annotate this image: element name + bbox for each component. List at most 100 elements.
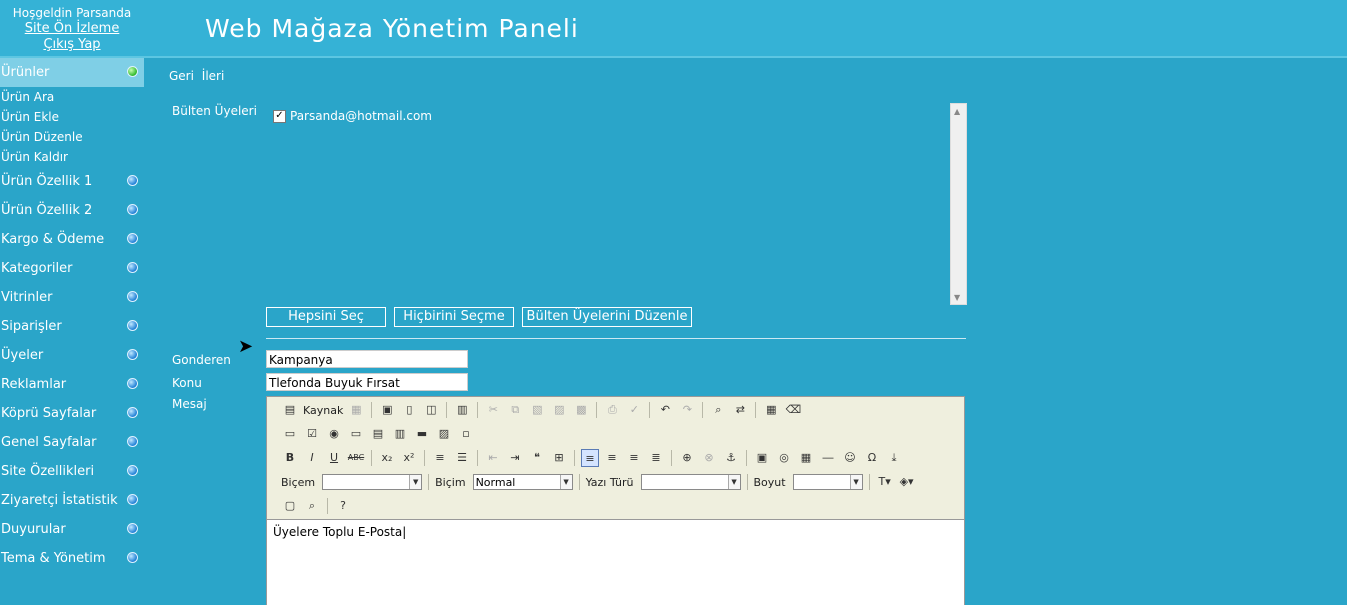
bold-icon[interactable]: B bbox=[281, 449, 299, 467]
checkbox-icon[interactable]: ☑ bbox=[303, 425, 321, 443]
show-blocks-icon[interactable]: ⌕ bbox=[303, 497, 321, 515]
sidebar-item-site-settings[interactable]: Site Özellikleri bbox=[0, 457, 144, 486]
select-none-button[interactable]: Hiçbirini Seçme bbox=[394, 307, 514, 327]
help-icon[interactable]: ? bbox=[334, 497, 352, 515]
select-field-icon[interactable]: ▥ bbox=[391, 425, 409, 443]
find-icon[interactable]: ⌕ bbox=[709, 401, 727, 419]
maximize-icon[interactable]: ▢ bbox=[281, 497, 299, 515]
site-preview-link[interactable]: Site Ön İzleme bbox=[0, 21, 144, 37]
select-all-button[interactable]: Hepsini Seç bbox=[266, 307, 386, 327]
sidebar-item-feature1[interactable]: Ürün Özellik 1 bbox=[0, 167, 144, 196]
sidebar-item-announcements[interactable]: Duyurular bbox=[0, 515, 144, 544]
subject-field[interactable]: Tlefonda Buyuk Fırsat bbox=[266, 373, 468, 391]
table-icon[interactable]: ▦ bbox=[797, 449, 815, 467]
sidebar-item-visitor-stats[interactable]: Ziyaretçi İstatistik bbox=[0, 486, 144, 515]
preview-icon[interactable]: ◫ bbox=[422, 401, 440, 419]
sidebar-item-members[interactable]: Üyeler bbox=[0, 341, 144, 370]
image-icon[interactable]: ▣ bbox=[753, 449, 771, 467]
spellcheck-icon[interactable]: ✓ bbox=[625, 401, 643, 419]
paste-word-icon[interactable]: ▩ bbox=[572, 401, 590, 419]
blockquote-icon[interactable]: ❝ bbox=[528, 449, 546, 467]
source-button[interactable]: Kaynak bbox=[303, 404, 343, 417]
page-break-icon[interactable]: ⤓ bbox=[885, 449, 903, 467]
cut-icon[interactable]: ✂ bbox=[484, 401, 502, 419]
indent-icon[interactable]: ⇥ bbox=[506, 449, 524, 467]
sidebar-subitem-search[interactable]: Ürün Ara bbox=[0, 87, 144, 107]
bullet-list-icon[interactable]: ☰ bbox=[453, 449, 471, 467]
source-icon[interactable]: ▤ bbox=[281, 401, 299, 419]
textfield-icon[interactable]: ▭ bbox=[347, 425, 365, 443]
edit-members-button[interactable]: Bülten Üyelerini Düzenle bbox=[522, 307, 692, 327]
align-right-icon[interactable]: ≡ bbox=[625, 449, 643, 467]
member-checkbox[interactable]: ✓ bbox=[273, 109, 286, 123]
size-select[interactable]: ▼ bbox=[792, 474, 863, 490]
align-left-icon[interactable]: ≡ bbox=[581, 449, 599, 467]
save-icon[interactable]: ▣ bbox=[378, 401, 396, 419]
members-scrollbar[interactable]: ▲ ▼ bbox=[950, 103, 967, 305]
select-all-icon[interactable]: ▦ bbox=[762, 401, 780, 419]
sidebar-item-general-pages[interactable]: Genel Sayfalar bbox=[0, 428, 144, 457]
sidebar-item-orders[interactable]: Siparişler bbox=[0, 312, 144, 341]
superscript-icon[interactable]: x² bbox=[400, 449, 418, 467]
subscript-icon[interactable]: x₂ bbox=[378, 449, 396, 467]
new-page-icon[interactable]: ▯ bbox=[400, 401, 418, 419]
sender-field[interactable]: Kampanya bbox=[266, 350, 468, 368]
print-icon[interactable]: ⎙ bbox=[603, 401, 621, 419]
italic-icon[interactable]: I bbox=[303, 449, 321, 467]
align-center-icon[interactable]: ≡ bbox=[603, 449, 621, 467]
sidebar-item-theme[interactable]: Tema & Yönetim bbox=[0, 544, 144, 573]
sidebar-item-bridge-pages[interactable]: Köprü Sayfalar bbox=[0, 399, 144, 428]
underline-icon[interactable]: U bbox=[325, 449, 343, 467]
forward-link[interactable]: İleri bbox=[202, 69, 225, 83]
strikethrough-icon[interactable]: ABC bbox=[347, 449, 365, 467]
toolbar-row-5: ▢ ⌕ ? bbox=[281, 495, 352, 517]
replace-icon[interactable]: ⇄ bbox=[731, 401, 749, 419]
format-select[interactable]: Normal ▼ bbox=[472, 474, 573, 490]
templates-icon[interactable]: ▥ bbox=[453, 401, 471, 419]
copy-icon[interactable]: ⧉ bbox=[506, 401, 524, 419]
style-select[interactable]: ▼ bbox=[322, 474, 423, 490]
unlink-icon[interactable]: ⊗ bbox=[700, 449, 718, 467]
horizontal-rule-icon[interactable]: ― bbox=[819, 449, 837, 467]
sidebar-item-ads[interactable]: Reklamlar bbox=[0, 370, 144, 399]
editor-content-area[interactable]: Üyelere Toplu E-Posta| bbox=[267, 519, 964, 605]
undo-icon[interactable]: ↶ bbox=[656, 401, 674, 419]
image-button-icon[interactable]: ▨ bbox=[435, 425, 453, 443]
scroll-down-icon[interactable]: ▼ bbox=[954, 293, 960, 302]
sidebar-item-products[interactable]: Ürünler bbox=[0, 58, 144, 87]
sidebar-item-categories[interactable]: Kategoriler bbox=[0, 254, 144, 283]
flash-icon[interactable]: ◎ bbox=[775, 449, 793, 467]
button-icon[interactable]: ▬ bbox=[413, 425, 431, 443]
doc-props-icon[interactable]: ▦ bbox=[347, 401, 365, 419]
logout-link[interactable]: Çıkış Yap bbox=[0, 37, 144, 53]
sidebar-item-label: Ürünler bbox=[1, 65, 50, 80]
textarea-icon[interactable]: ▤ bbox=[369, 425, 387, 443]
radio-icon[interactable]: ◉ bbox=[325, 425, 343, 443]
sidebar-item-feature2[interactable]: Ürün Özellik 2 bbox=[0, 196, 144, 225]
anchor-icon[interactable]: ⚓ bbox=[722, 449, 740, 467]
remove-format-icon[interactable]: ⌫ bbox=[784, 401, 802, 419]
special-char-icon[interactable]: Ω bbox=[863, 449, 881, 467]
outdent-icon[interactable]: ⇤ bbox=[484, 449, 502, 467]
hidden-field-icon[interactable]: ▫ bbox=[457, 425, 475, 443]
back-link[interactable]: Geri bbox=[169, 69, 194, 83]
sidebar-subitem-edit[interactable]: Ürün Düzenle bbox=[0, 127, 144, 147]
bg-color-icon[interactable]: ◈▾ bbox=[898, 473, 916, 491]
sidebar-item-showcases[interactable]: Vitrinler bbox=[0, 283, 144, 312]
redo-icon[interactable]: ↷ bbox=[678, 401, 696, 419]
div-container-icon[interactable]: ⊞ bbox=[550, 449, 568, 467]
form-icon[interactable]: ▭ bbox=[281, 425, 299, 443]
paste-text-icon[interactable]: ▨ bbox=[550, 401, 568, 419]
text-color-icon[interactable]: T▾ bbox=[876, 473, 894, 491]
link-icon[interactable]: ⊕ bbox=[678, 449, 696, 467]
numbered-list-icon[interactable]: ≡ bbox=[431, 449, 449, 467]
sidebar-item-label: Site Özellikleri bbox=[1, 464, 95, 479]
smiley-icon[interactable]: ☺ bbox=[841, 449, 859, 467]
sidebar-subitem-add[interactable]: Ürün Ekle bbox=[0, 107, 144, 127]
justify-icon[interactable]: ≣ bbox=[647, 449, 665, 467]
sidebar-item-shipping[interactable]: Kargo & Ödeme bbox=[0, 225, 144, 254]
scroll-up-icon[interactable]: ▲ bbox=[954, 107, 960, 116]
paste-icon[interactable]: ▧ bbox=[528, 401, 546, 419]
font-select[interactable]: ▼ bbox=[640, 474, 741, 490]
sidebar-subitem-remove[interactable]: Ürün Kaldır bbox=[0, 147, 144, 167]
